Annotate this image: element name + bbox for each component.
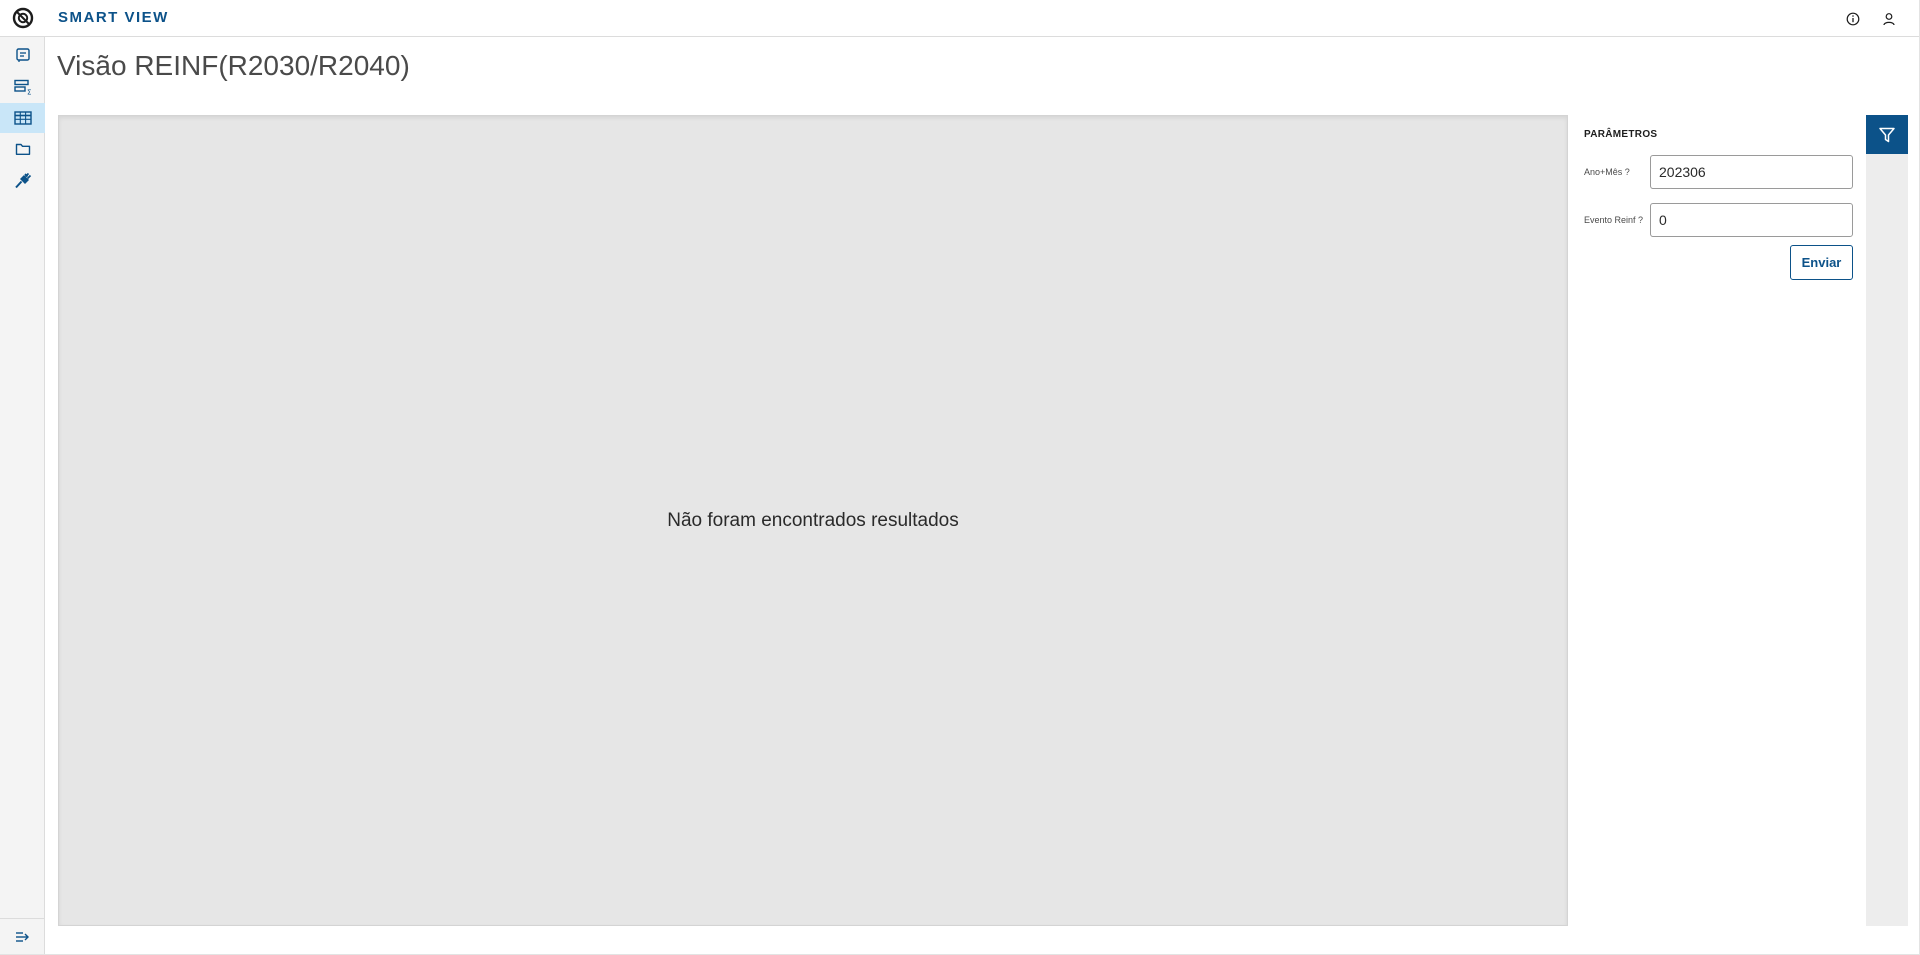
svg-text:Σ: Σ [27, 89, 31, 96]
info-icon [1846, 12, 1860, 26]
parameters-title: PARÂMETROS [1584, 129, 1658, 140]
app-logo[interactable] [0, 0, 45, 37]
user-button[interactable] [1878, 8, 1900, 30]
ano-mes-input[interactable] [1650, 155, 1853, 189]
empty-results-message: Não foram encontrados resultados [667, 509, 959, 531]
app-window: Σ SMART VIEW Visão REINF(R2030/R2040) Nã… [0, 0, 1920, 955]
folder-icon [15, 143, 30, 155]
sidebar-collapse-button[interactable] [0, 918, 45, 954]
sidebar-item-data-summary[interactable]: Σ [0, 72, 45, 102]
param-label-evento-reinf: Evento Reinf ? [1584, 215, 1644, 225]
evento-reinf-input[interactable] [1650, 203, 1853, 237]
sidebar-item-folder[interactable] [0, 134, 45, 164]
sidebar-item-plugins[interactable] [0, 166, 45, 196]
parameters-panel: PARÂMETROS Ano+Mês ? Evento Reinf ? Envi… [1568, 115, 1866, 926]
sidebar: Σ [0, 0, 45, 954]
table-icon [13, 111, 32, 125]
reports-icon [15, 48, 30, 62]
sidebar-item-table[interactable] [0, 103, 45, 133]
plug-icon [14, 172, 31, 189]
page-title: Visão REINF(R2030/R2040) [57, 50, 410, 81]
filter-strip [1866, 115, 1908, 926]
sidebar-item-reports[interactable] [0, 40, 45, 70]
send-button[interactable]: Enviar [1790, 245, 1853, 280]
app-name: SMART VIEW [58, 9, 169, 26]
logo-icon [12, 7, 33, 29]
expand-menu-icon [15, 931, 29, 942]
top-header: SMART VIEW [45, 0, 1919, 37]
user-icon [1883, 13, 1895, 26]
results-area: Não foram encontrados resultados [58, 115, 1568, 926]
info-button[interactable] [1842, 8, 1864, 30]
filter-toggle-button[interactable] [1866, 115, 1908, 154]
param-label-ano-mes: Ano+Mês ? [1584, 167, 1630, 177]
data-summary-icon: Σ [13, 79, 31, 96]
filter-icon [1879, 127, 1895, 142]
